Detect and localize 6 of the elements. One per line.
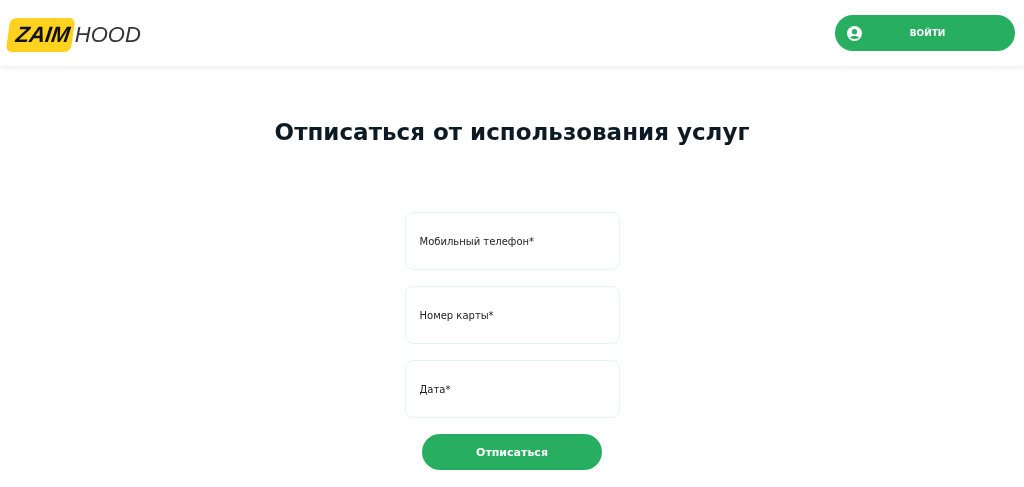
input-field[interactable]: Номер карты* (404, 286, 620, 344)
input-field[interactable]: Мобильный телефон* (404, 212, 620, 270)
user-icon (847, 25, 862, 41)
input-field[interactable]: Дата* (404, 360, 620, 418)
logo-badge[interactable]: ZAIM (5, 17, 76, 52)
page-title: Отписаться от использования услуг (273, 119, 751, 145)
